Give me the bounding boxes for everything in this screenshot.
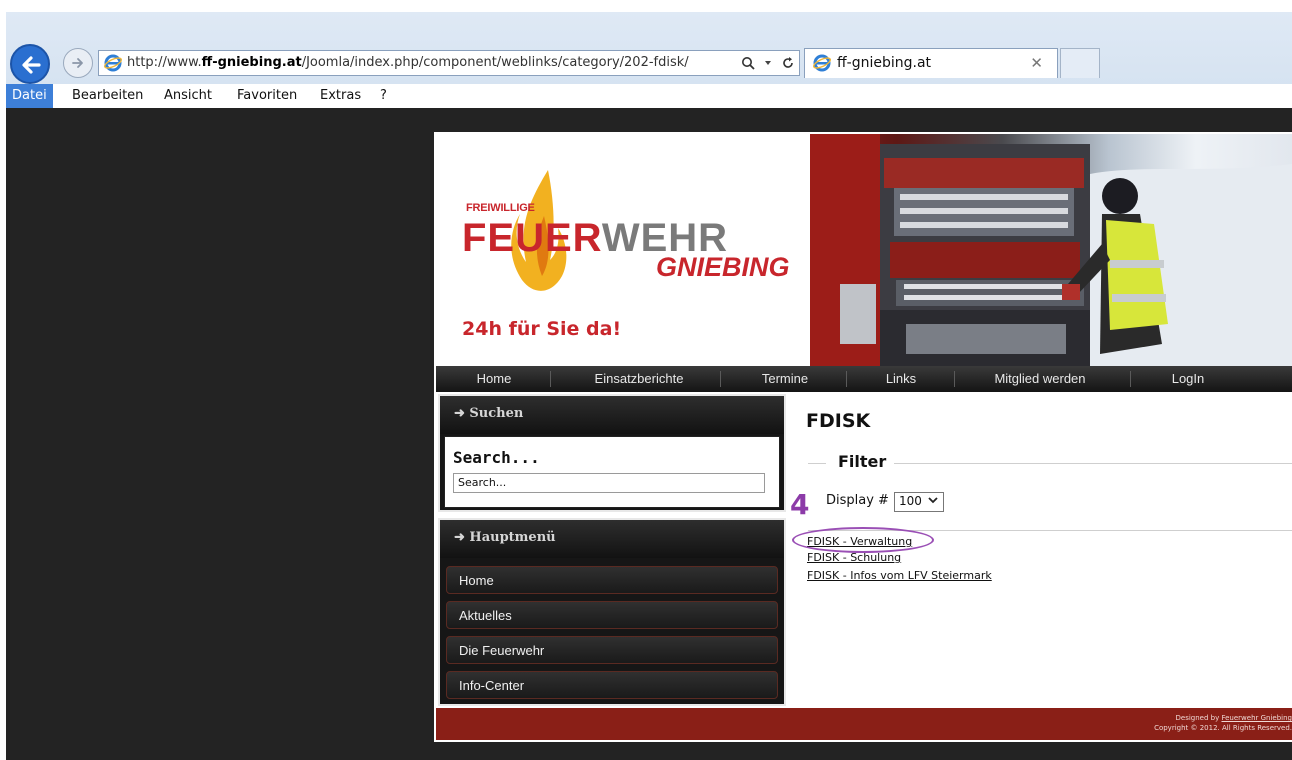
menu-bearbeiten[interactable]: Bearbeiten (66, 84, 149, 108)
dropdown-icon[interactable] (763, 58, 773, 68)
refresh-icon[interactable] (781, 56, 795, 70)
link-fdisk-infos-lfv[interactable]: FDISK - Infos vom LFV Steiermark (807, 569, 992, 582)
nav-separator (954, 371, 955, 387)
search-panel-header: ➜ Suchen (440, 396, 784, 434)
sidebar-item-die-feuerwehr[interactable]: Die Feuerwehr (446, 636, 778, 664)
search-icon[interactable] (741, 56, 755, 70)
display-count-value: 100 (899, 494, 922, 508)
search-box: Search... Search... (444, 436, 780, 508)
url-domain: ff-gniebing.at (201, 55, 302, 70)
website: FREIWILLIGE FEUERWEHR GNIEBING 24h für S… (434, 132, 1292, 742)
display-count-select[interactable]: 100 (894, 492, 944, 512)
nav-separator (550, 371, 551, 387)
browser-tab[interactable]: ff-gniebing.at ✕ (804, 48, 1058, 78)
nav-separator (846, 371, 847, 387)
tagline: 24h für Sie da! (462, 318, 622, 340)
menu-extras[interactable]: Extras (314, 84, 367, 108)
back-arrow-icon (22, 56, 41, 74)
menu-help[interactable]: ? (374, 84, 393, 108)
menu-ansicht[interactable]: Ansicht (158, 84, 218, 108)
footer: Designed by Feuerwehr Gniebing Copyright… (436, 708, 1292, 740)
sidebar-item-label: Aktuelles (459, 608, 512, 623)
url-path: /Joomla/index.php/component/weblinks/cat… (301, 55, 689, 70)
nav-home[interactable]: Home (456, 366, 532, 392)
forward-button[interactable] (63, 48, 93, 78)
nav-separator (1130, 371, 1131, 387)
screen: http://www.ff-gniebing.at/Joomla/index.p… (0, 0, 1292, 760)
search-panel: ➜ Suchen Search... Search... (438, 394, 786, 512)
footer-copyright: Copyright © 2012. All Rights Reserved. (1154, 724, 1292, 732)
nav-mitglied-werden[interactable]: Mitglied werden (972, 366, 1108, 392)
address-tools (741, 54, 795, 72)
footer-designed-by: Designed by Feuerwehr Gniebing (1176, 714, 1292, 722)
logo-subtitle: GNIEBING (656, 252, 790, 282)
menu-bar: Datei Bearbeiten Ansicht Favoriten Extra… (6, 84, 1292, 108)
page-title: FDISK (806, 410, 871, 432)
ie-logo-icon (104, 54, 122, 72)
ie-tab-icon (813, 54, 831, 72)
chevron-down-icon (927, 494, 939, 509)
top-navigation: Home Einsatzberichte Termine Links Mitgl… (436, 366, 1292, 392)
sidebar-item-label: Die Feuerwehr (459, 643, 545, 658)
link-fdisk-schulung[interactable]: FDISK - Schulung (807, 551, 901, 564)
menu-favoriten[interactable]: Favoriten (231, 84, 303, 108)
nav-separator (720, 371, 721, 387)
search-label: Search... (453, 448, 540, 467)
main-menu-header: ➜ Hauptmenü (440, 520, 784, 558)
sidebar-item-info-center[interactable]: Info-Center (446, 671, 778, 699)
logo-small-text: FREIWILLIGE (466, 202, 535, 214)
back-button[interactable] (10, 44, 50, 84)
site-logo[interactable]: FREIWILLIGE FEUERWEHR GNIEBING 24h für S… (436, 134, 810, 366)
forward-arrow-icon (72, 58, 83, 68)
filter-legend: Filter (838, 452, 887, 471)
fire-truck-photo (810, 134, 1292, 366)
new-tab-button[interactable] (1060, 48, 1100, 78)
browser-chrome: http://www.ff-gniebing.at/Joomla/index.p… (6, 12, 1292, 108)
banner-photo (810, 134, 1292, 366)
main-menu-title: ➜ Hauptmenü (454, 530, 556, 545)
sidebar-item-aktuelles[interactable]: Aktuelles (446, 601, 778, 629)
logo-red-part: FEUER (462, 216, 602, 260)
search-input[interactable]: Search... (453, 473, 765, 493)
nav-links[interactable]: Links (866, 366, 936, 392)
sidebar-item-label: Home (459, 573, 494, 588)
search-panel-title: ➜ Suchen (454, 406, 524, 421)
url-text[interactable]: http://www.ff-gniebing.at/Joomla/index.p… (127, 55, 689, 70)
highlight-annotation (792, 527, 934, 553)
menu-datei[interactable]: Datei (6, 84, 53, 108)
display-count-label: Display # (826, 493, 889, 508)
fieldset-border (808, 463, 826, 464)
nav-einsatzberichte[interactable]: Einsatzberichte (574, 366, 704, 392)
url-prefix: http://www. (127, 55, 202, 70)
step-annotation: 4 (790, 488, 810, 521)
nav-login[interactable]: LogIn (1148, 366, 1228, 392)
footer-designer-link[interactable]: Feuerwehr Gniebing (1221, 714, 1292, 722)
sidebar-item-home[interactable]: Home (446, 566, 778, 594)
tab-title: ff-gniebing.at (837, 55, 932, 71)
nav-termine[interactable]: Termine (740, 366, 830, 392)
main-menu-panel: ➜ Hauptmenü Home Aktuelles Die Feuerwehr… (438, 518, 786, 706)
sidebar-item-label: Info-Center (459, 678, 525, 693)
address-bar[interactable]: http://www.ff-gniebing.at/Joomla/index.p… (98, 50, 800, 76)
footer-prefix: Designed by (1175, 714, 1222, 722)
fieldset-border (894, 463, 1292, 464)
close-tab-icon[interactable]: ✕ (1030, 54, 1043, 72)
